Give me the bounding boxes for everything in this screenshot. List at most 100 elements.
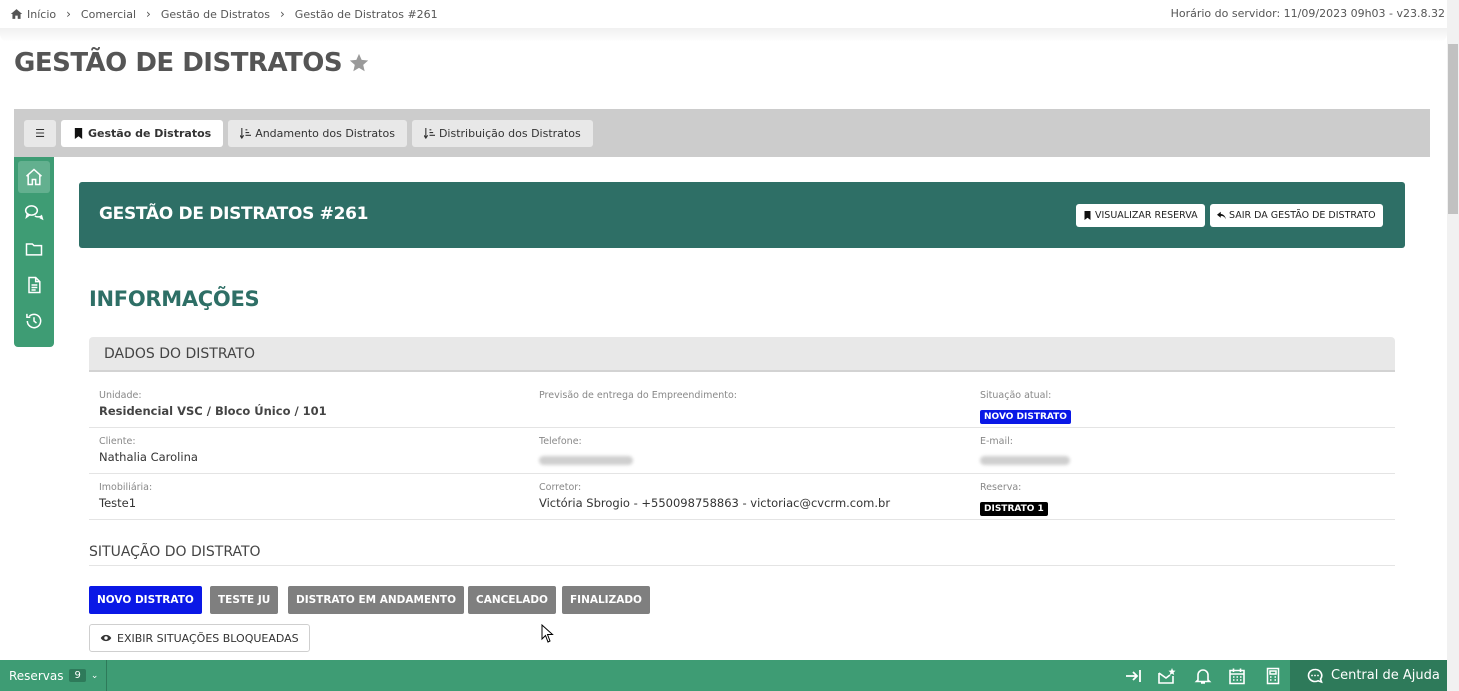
home-icon <box>10 9 23 19</box>
rail-messages[interactable] <box>18 197 50 229</box>
section-title-informacoes: INFORMAÇÕES <box>89 287 260 311</box>
tab-label: Gestão de Distratos <box>88 126 212 140</box>
field-label: Reserva: <box>980 482 1022 493</box>
field-value: Teste1 <box>99 496 137 510</box>
info-row: Imobiliária: Teste1 Corretor: Victória S… <box>89 474 1395 520</box>
redacted-phone <box>539 456 633 465</box>
field-telefone: Telefone: <box>539 436 633 469</box>
field-label: Cliente: <box>99 436 136 447</box>
folder-icon <box>25 243 43 256</box>
mail-star-icon[interactable] <box>1158 667 1176 685</box>
panel-dados-distrato: DADOS DO DISTRATO <box>89 337 1395 372</box>
help-center-label: Central de Ajuda <box>1331 668 1440 683</box>
distrato-header: GESTÃO DE DISTRATOS #261 VISUALIZAR RESE… <box>79 182 1405 248</box>
calculator-icon[interactable] <box>1264 667 1282 685</box>
status-badge: NOVO DISTRATO <box>980 410 1071 424</box>
collapse-right-icon[interactable] <box>1124 667 1142 685</box>
reply-icon <box>1217 211 1226 220</box>
field-imobiliaria: Imobiliária: Teste1 <box>99 482 152 510</box>
reservas-count: 9 <box>69 669 86 682</box>
header-title: GESTÃO DE DISTRATOS #261 <box>99 204 369 224</box>
field-situacao: Situação atual: NOVO DISTRATO <box>980 390 1071 424</box>
help-center-button[interactable]: Central de Ajuda <box>1290 660 1447 691</box>
status-cancelado-button[interactable]: CANCELADO <box>468 586 556 614</box>
reservas-dropdown[interactable]: Reservas 9 ⌄ <box>0 660 107 691</box>
chevron-right-icon: › <box>146 7 151 21</box>
chevron-right-icon: › <box>279 7 285 21</box>
status-novo-distrato-button[interactable]: NOVO DISTRATO <box>89 586 202 614</box>
status-em-andamento-button[interactable]: DISTRATO EM ANDAMENTO <box>288 586 465 614</box>
field-cliente: Cliente: Nathalia Carolina <box>99 436 198 464</box>
exit-gestao-label: SAIR DA GESTÃO DE DISTRATO <box>1229 210 1376 221</box>
field-value: Victória Sbrogio - +550098758863 - victo… <box>539 496 891 510</box>
top-divider <box>0 28 1447 42</box>
bookmark-icon <box>1084 211 1091 220</box>
rail-history[interactable] <box>18 305 50 337</box>
field-label: Previsão de entrega do Empreendimento: <box>539 390 737 401</box>
field-unidade: Unidade: Residencial VSC / Bloco Único /… <box>99 390 327 418</box>
reservas-label: Reservas <box>9 668 64 683</box>
tab-bar: ☰ Gestão de Distratos Andamento dos Dist… <box>14 109 1430 157</box>
view-reservation-label: VISUALIZAR RESERVA <box>1095 210 1198 221</box>
field-email: E-mail: <box>980 436 1070 469</box>
chevron-right-icon: › <box>66 7 71 21</box>
breadcrumb-item-gestao[interactable]: Gestão de Distratos <box>161 8 270 21</box>
field-value: Nathalia Carolina <box>99 450 198 464</box>
bell-icon[interactable] <box>1194 667 1212 685</box>
tab-gestao-distratos[interactable]: Gestão de Distratos <box>61 119 224 147</box>
chat-bubble-icon <box>1307 668 1323 683</box>
menu-toggle-button[interactable]: ☰ <box>24 119 56 147</box>
hamburger-icon: ☰ <box>35 126 45 140</box>
field-label: Unidade: <box>99 390 142 401</box>
breadcrumb-home[interactable]: Início <box>10 8 56 21</box>
breadcrumb-item-current: Gestão de Distratos #261 <box>294 7 438 21</box>
field-value: Residencial VSC / Bloco Único / 101 <box>99 404 327 418</box>
field-label: Imobiliária: <box>99 482 153 493</box>
field-label: Telefone: <box>539 436 582 447</box>
scrollbar-thumb[interactable] <box>1448 44 1458 214</box>
status-teste-ju-button[interactable]: TESTE JU <box>210 586 279 614</box>
rail-folder[interactable] <box>18 233 50 265</box>
eye-icon <box>100 634 112 642</box>
breadcrumb-item-inicio[interactable]: Início <box>27 8 56 21</box>
tab-label: Andamento dos Distratos <box>255 126 395 140</box>
calendar-icon[interactable] <box>1228 667 1246 685</box>
rail-home[interactable] <box>18 161 50 193</box>
show-blocked-label: EXIBIR SITUAÇÕES BLOQUEADAS <box>117 631 299 645</box>
redacted-email <box>980 456 1070 465</box>
field-reserva: Reserva: DISTRATO 1 <box>980 482 1048 516</box>
bottom-bar: Reservas 9 ⌄ Central de Ajuda <box>0 660 1447 691</box>
side-rail <box>14 157 54 347</box>
sort-icon <box>423 127 435 139</box>
page-title-text: GESTÃO DE DISTRATOS <box>14 48 343 78</box>
tab-andamento-distratos[interactable]: Andamento dos Distratos <box>228 119 407 147</box>
view-reservation-button[interactable]: VISUALIZAR RESERVA <box>1076 204 1205 227</box>
field-corretor: Corretor: Victória Sbrogio - +5500987588… <box>539 482 890 510</box>
scrollbar[interactable] <box>1447 0 1459 691</box>
home-outline-icon <box>26 168 42 186</box>
section-title-situacao: SITUAÇÃO DO DISTRATO <box>89 544 1395 566</box>
exit-gestao-button[interactable]: SAIR DA GESTÃO DE DISTRATO <box>1210 204 1383 227</box>
sort-icon <box>240 127 252 139</box>
history-icon <box>26 313 42 329</box>
field-label: E-mail: <box>980 436 1013 447</box>
reservation-badge[interactable]: DISTRATO 1 <box>980 502 1048 516</box>
bookmark-icon <box>74 127 83 139</box>
field-previsao: Previsão de entrega do Empreendimento: <box>539 390 737 404</box>
tab-label: Distribuição dos Distratos <box>438 126 581 140</box>
breadcrumb-item-comercial[interactable]: Comercial <box>81 8 136 21</box>
page-title: GESTÃO DE DISTRATOS <box>14 48 370 78</box>
field-label: Situação atual: <box>980 390 1052 401</box>
server-time: Horário do servidor: 11/09/2023 09h03 - … <box>1170 7 1445 20</box>
chevron-down-icon: ⌄ <box>90 670 99 681</box>
field-label: Corretor: <box>539 482 582 493</box>
chat-icon <box>24 205 44 221</box>
status-finalizado-button[interactable]: FINALIZADO <box>562 586 650 614</box>
show-blocked-button[interactable]: EXIBIR SITUAÇÕES BLOQUEADAS <box>89 624 310 652</box>
rail-document[interactable] <box>18 269 50 301</box>
document-icon <box>28 276 41 294</box>
tab-distribuicao-distratos[interactable]: Distribuição dos Distratos <box>411 119 593 147</box>
info-row: Unidade: Residencial VSC / Bloco Único /… <box>89 382 1395 428</box>
star-icon[interactable] <box>348 52 370 74</box>
info-row: Cliente: Nathalia Carolina Telefone: E-m… <box>89 428 1395 474</box>
